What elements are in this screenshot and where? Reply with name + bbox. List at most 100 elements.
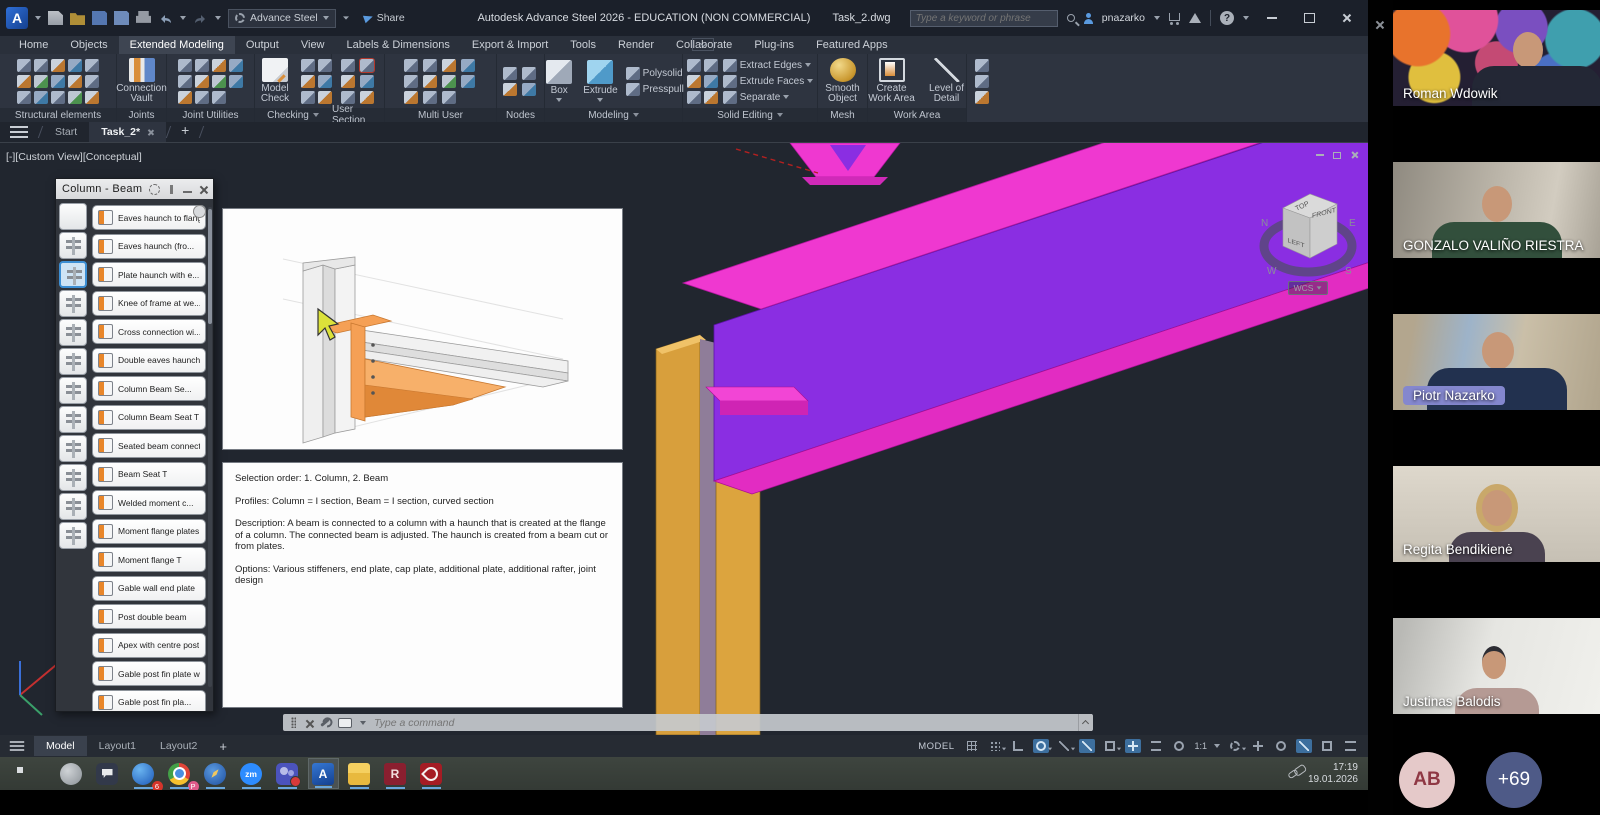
palette-category-button[interactable] — [59, 203, 87, 230]
connection-type-item[interactable]: Eaves haunch (fro... — [92, 234, 206, 259]
checking-tool-icon[interactable] — [318, 75, 332, 88]
status-menu-icon[interactable] — [10, 741, 24, 751]
save-as-icon[interactable] — [114, 11, 129, 25]
ribbon-tab[interactable]: Render — [607, 36, 665, 54]
joint-utility-icon[interactable] — [195, 75, 209, 88]
connection-type-item[interactable]: Seated beam connection — [92, 433, 206, 458]
osnap-icon[interactable] — [1079, 739, 1095, 753]
connection-type-item[interactable]: Post double beam — [92, 604, 206, 629]
file-tab[interactable]: Start — [43, 122, 89, 142]
search-icon[interactable] — [1067, 14, 1075, 22]
joint-utility-icon[interactable] — [178, 91, 192, 104]
wcs-selector[interactable]: WCS — [1288, 281, 1328, 295]
taskbar-app-teams[interactable] — [272, 758, 303, 789]
restore-window-button[interactable] — [1295, 7, 1323, 29]
haunch-seat-plate[interactable] — [706, 387, 808, 401]
account-caret-icon[interactable] — [1154, 16, 1160, 20]
taskbar-clock-area[interactable]: 17:19 19.01.2026 — [1288, 762, 1368, 786]
more-participants-button[interactable]: +69 — [1486, 752, 1542, 808]
osnap-settings-icon[interactable] — [1102, 739, 1118, 753]
solid-edit-icon[interactable] — [704, 91, 718, 104]
user-section-tool-icon[interactable] — [360, 59, 374, 72]
palette-category-button[interactable] — [59, 435, 87, 462]
viewport-controls-label[interactable]: [-][Custom View][Conceptual] — [6, 151, 142, 163]
participant-tile[interactable]: Regita Bendikienė — [1393, 456, 1600, 608]
autodesk-app-icon[interactable] — [1189, 13, 1201, 23]
checking-tool-icon[interactable] — [318, 91, 332, 104]
snap-toggle-icon[interactable] — [987, 739, 1003, 753]
viewport-minimize-icon[interactable] — [1316, 154, 1324, 156]
multi-user-tool-icon[interactable] — [423, 75, 437, 88]
workspace-switch-icon[interactable] — [1227, 739, 1243, 753]
checking-tool-icon[interactable] — [301, 75, 315, 88]
joint-utility-icon[interactable] — [212, 75, 226, 88]
joint-utility-icon[interactable] — [229, 59, 243, 72]
connection-type-item[interactable]: Knee of frame at we... — [92, 291, 206, 316]
palette-category-button[interactable] — [59, 406, 87, 433]
minimize-window-button[interactable] — [1258, 7, 1286, 29]
connection-type-item[interactable]: Apex with centre post — [92, 633, 206, 658]
checking-tool-icon[interactable] — [301, 91, 315, 104]
joint-utility-icon[interactable] — [195, 91, 209, 104]
connection-type-item[interactable]: Plate haunch with e... — [92, 262, 206, 287]
redo-history-caret-icon[interactable] — [215, 16, 221, 20]
extrude-faces-button[interactable]: Extrude Faces — [723, 75, 813, 88]
user-section-tool-icon[interactable] — [360, 91, 374, 104]
command-input[interactable] — [374, 717, 1085, 729]
connection-type-item[interactable]: Moment flange T — [92, 547, 206, 572]
structural-tool-icon[interactable] — [68, 59, 82, 72]
participant-tile[interactable]: Piotr Nazarko — [1393, 304, 1600, 456]
palette-scrollbar-thumb[interactable] — [208, 209, 212, 324]
multi-user-tool-icon[interactable] — [461, 59, 475, 72]
clipboard-tool-icon[interactable] — [975, 91, 989, 104]
smooth-object-button[interactable]: Smooth Object — [822, 57, 863, 105]
layout-tab[interactable]: Model — [34, 736, 87, 756]
structural-tool-icon[interactable] — [51, 91, 65, 104]
participant-avatar[interactable]: AB — [1399, 752, 1455, 808]
taskbar-app-chrome[interactable]: P — [164, 758, 195, 789]
workspace-selector[interactable]: Advance Steel — [228, 9, 336, 28]
viewport-close-icon[interactable] — [1350, 151, 1358, 159]
multi-user-tool-icon[interactable] — [404, 91, 418, 104]
taskbar-app-capture[interactable] — [56, 758, 87, 789]
crosshair-icon[interactable] — [1250, 739, 1266, 753]
user-section-tool-icon[interactable] — [341, 91, 355, 104]
group-label[interactable]: Solid Editing — [683, 108, 817, 122]
clean-screen-icon[interactable] — [1319, 739, 1335, 753]
ribbon-tab[interactable]: Output — [235, 36, 290, 54]
store-cart-icon[interactable] — [1169, 13, 1180, 21]
palette-minimize-icon[interactable] — [183, 186, 192, 193]
ribbon-tab[interactable]: Export & Import — [461, 36, 559, 54]
solid-edit-icon[interactable] — [687, 75, 701, 88]
lineweight-icon[interactable] — [1148, 739, 1164, 753]
multi-user-tool-icon[interactable] — [404, 59, 418, 72]
command-caret-icon[interactable] — [360, 721, 366, 725]
joint-utility-icon[interactable] — [229, 75, 243, 88]
structural-tool-icon[interactable] — [17, 91, 31, 104]
structural-tool-icon[interactable] — [85, 91, 99, 104]
palette-category-button[interactable] — [59, 377, 87, 404]
palette-category-button[interactable] — [59, 290, 87, 317]
group-label[interactable]: Checking — [255, 108, 331, 122]
command-history-up-button[interactable] — [1078, 714, 1092, 731]
new-layout-button[interactable]: + — [209, 739, 237, 754]
grid-toggle-icon[interactable] — [964, 739, 980, 753]
clipboard-tool-icon[interactable] — [975, 59, 989, 72]
solid-edit-icon[interactable] — [704, 75, 718, 88]
close-tab-icon[interactable] — [147, 129, 154, 136]
connection-type-item[interactable]: Cross connection wi... — [92, 319, 206, 344]
palette-category-button[interactable] — [59, 493, 87, 520]
save-icon[interactable] — [92, 11, 107, 25]
scale-caret-icon[interactable] — [1214, 744, 1220, 748]
ribbon-tab[interactable]: Labels & Dimensions — [336, 36, 461, 54]
connection-type-item[interactable]: Beam Seat T — [92, 462, 206, 487]
connection-type-item[interactable]: Double eaves haunch... — [92, 348, 206, 373]
connection-type-item[interactable]: Column Beam Se... — [92, 376, 206, 401]
infocenter-search[interactable] — [910, 10, 1058, 27]
solid-edit-icon[interactable] — [704, 59, 718, 72]
multi-user-tool-icon[interactable] — [423, 59, 437, 72]
checking-tool-icon[interactable] — [318, 59, 332, 72]
share-button[interactable]: Share — [364, 12, 405, 24]
model-viewport[interactable]: [-][Custom View][Conceptual] N E W S TOP… — [0, 143, 1368, 735]
palette-category-button[interactable] — [59, 232, 87, 259]
